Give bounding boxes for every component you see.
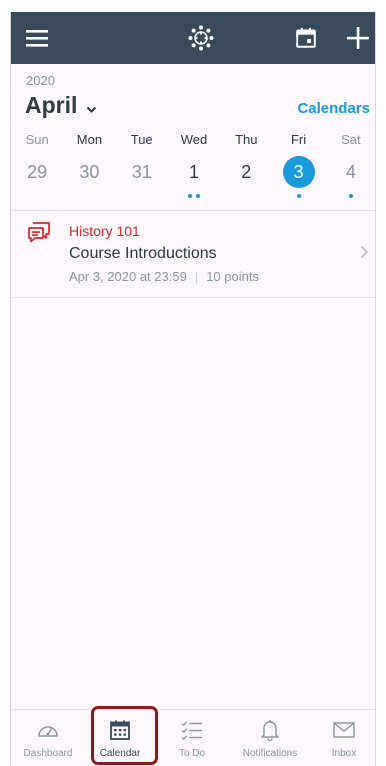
bell-icon <box>260 719 280 741</box>
weekday-label: Wed <box>180 132 208 147</box>
tab-label: Notifications <box>242 748 298 759</box>
mail-icon <box>333 719 355 741</box>
discussion-icon <box>27 221 51 248</box>
event-dot <box>296 194 301 198</box>
event-item[interactable]: History 101 Course Introductions Apr 3, … <box>11 211 375 297</box>
chevron-right-icon <box>360 245 369 264</box>
tab-dashboard[interactable]: Dashboard <box>11 710 85 766</box>
menu-icon[interactable] <box>15 12 59 64</box>
event-title: Course Introductions <box>69 245 217 262</box>
week-strip: Sun 29 Mon 30 Tue 31 Wed 1 Thu 2 Fri 3 Sat 4 <box>11 130 375 210</box>
tab-label: To Do <box>178 748 206 759</box>
chevron-down-icon <box>86 93 97 120</box>
weekday-label: Sat <box>341 132 361 147</box>
day-cell[interactable]: Fri 3 <box>272 130 324 210</box>
selected-date: 3 <box>282 156 315 188</box>
event-indicator <box>168 194 220 198</box>
event-points: 10 points <box>206 269 259 284</box>
day-cell[interactable]: Tue 31 <box>116 130 168 210</box>
month-selector[interactable]: April <box>25 91 97 120</box>
highlight-box <box>91 706 158 765</box>
event-dot <box>348 194 353 198</box>
date-number: 29 <box>27 162 48 182</box>
day-cell[interactable]: Sat 4 <box>325 130 375 210</box>
date-number: 30 <box>79 162 100 182</box>
tab-notifications[interactable]: Notifications <box>229 710 311 766</box>
calendar-today-icon[interactable] <box>284 12 328 64</box>
date-number: 4 <box>345 162 356 182</box>
tab-bar: Dashboard Calendar To Do Notifications I… <box>11 709 375 766</box>
event-indicator <box>325 194 375 198</box>
day-cell[interactable]: Mon 30 <box>63 130 115 210</box>
weekday-label: Thu <box>235 132 258 147</box>
app-frame: 2020 April Calendars Sun 29 Mon 30 Tue 31 Wed 1… <box>10 12 376 766</box>
weekday-label: Sun <box>25 132 49 147</box>
todo-list-icon <box>181 719 203 741</box>
date-number: 1 <box>188 162 199 182</box>
tab-label: Dashboard <box>23 748 73 759</box>
event-indicator <box>272 194 324 198</box>
weekday-label: Fri <box>290 132 307 147</box>
event-course: History 101 <box>69 223 140 239</box>
add-icon[interactable] <box>336 12 375 64</box>
tab-inbox[interactable]: Inbox <box>311 710 375 766</box>
tab-todo[interactable]: To Do <box>155 710 229 766</box>
top-bar <box>11 12 375 64</box>
calendars-link[interactable]: Calendars <box>297 100 370 117</box>
date-number: 31 <box>131 162 152 182</box>
month-label: April <box>25 92 78 118</box>
dashboard-icon <box>37 719 59 741</box>
event-dot <box>195 194 200 198</box>
weekday-label: Tue <box>130 132 153 147</box>
day-cell[interactable]: Wed 1 <box>168 130 220 210</box>
canvas-logo-icon <box>179 12 223 64</box>
year-label: 2020 <box>26 73 55 88</box>
event-due-date: Apr 3, 2020 at 23:59 <box>69 269 187 284</box>
day-cell[interactable]: Thu 2 <box>220 130 272 210</box>
weekday-label: Mon <box>76 132 103 147</box>
meta-separator: | <box>194 269 199 284</box>
event-dot <box>187 194 192 198</box>
day-cell[interactable]: Sun 29 <box>11 130 63 210</box>
date-number: 2 <box>241 162 252 182</box>
divider <box>11 297 375 298</box>
tab-label: Inbox <box>331 748 357 759</box>
event-meta: Apr 3, 2020 at 23:59 | 10 points <box>69 269 259 284</box>
